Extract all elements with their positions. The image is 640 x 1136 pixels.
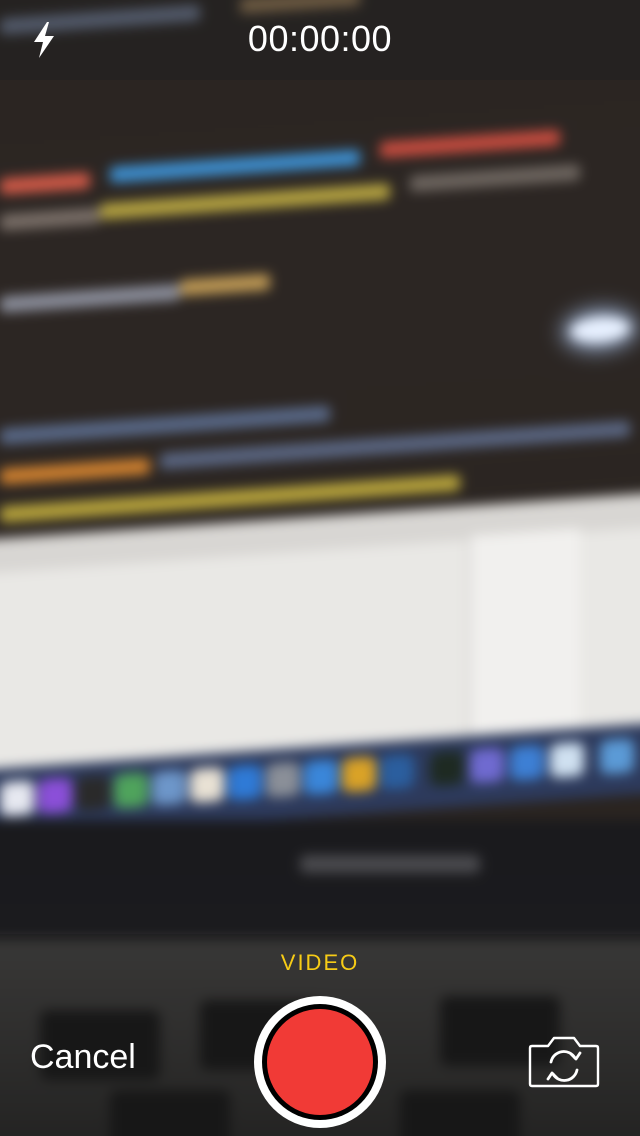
record-button-ring — [262, 1004, 378, 1120]
record-button[interactable] — [254, 996, 386, 1128]
preview-dock-icon — [228, 764, 262, 801]
lightning-bolt-icon — [34, 22, 54, 58]
preview-code-line — [0, 405, 330, 445]
preview-dock-icon — [470, 747, 504, 784]
flash-button[interactable] — [24, 18, 64, 62]
preview-dock-icon — [342, 756, 376, 793]
preview-dock-icon — [510, 744, 544, 781]
preview-dock-icon — [38, 777, 72, 814]
preview-dock-icon — [190, 766, 224, 804]
camera-flip-icon — [528, 1036, 600, 1088]
preview-code-line — [380, 129, 560, 159]
preview-dock-icon — [380, 753, 414, 791]
preview-code-line — [100, 183, 390, 220]
preview-dock-icon — [550, 741, 584, 779]
preview-code-line — [0, 458, 150, 485]
preview-dock-icon — [0, 780, 34, 817]
preview-dock-icon — [114, 772, 148, 809]
preview-light-reflection — [570, 314, 630, 345]
preview-code-line — [0, 207, 100, 231]
camera-screen: 00:00:00 VIDEO Cancel — [0, 0, 640, 1136]
cancel-button[interactable]: Cancel — [30, 1038, 136, 1077]
switch-camera-button[interactable] — [526, 1032, 602, 1090]
preview-dock-icon — [152, 769, 186, 806]
preview-dock-icon — [430, 750, 464, 787]
record-icon — [267, 1009, 373, 1115]
preview-code-line — [410, 164, 580, 192]
preview-dock-icon — [600, 738, 634, 775]
preview-bezel-branding — [300, 855, 480, 873]
preview-code-line — [180, 273, 270, 297]
preview-dock-icon — [266, 761, 300, 799]
preview-dock-icon — [76, 774, 110, 812]
top-bar — [0, 0, 640, 80]
preview-app-sidebar — [468, 528, 580, 736]
preview-code-line — [110, 149, 360, 183]
preview-code-line — [0, 284, 180, 313]
camera-mode-video[interactable]: VIDEO — [0, 950, 640, 976]
preview-code-line — [0, 172, 90, 195]
preview-dock-icon — [304, 758, 338, 796]
